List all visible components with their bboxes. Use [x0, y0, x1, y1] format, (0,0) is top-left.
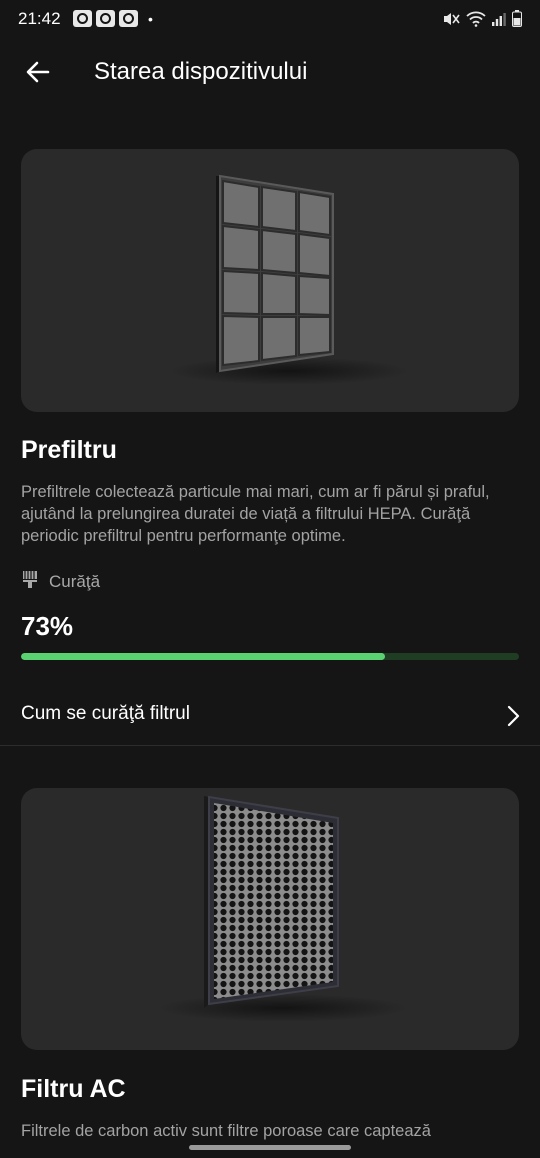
filter-progress-bar — [21, 653, 519, 660]
how-to-clean-label: Cum se curăţă filtrul — [21, 703, 190, 724]
how-to-clean-link[interactable]: Cum se curăţă filtrul — [0, 690, 540, 744]
filter-progress-fill — [21, 653, 385, 660]
prefilter-state: Curăţă — [21, 570, 100, 593]
ac-filter-title: Filtru AC — [21, 1075, 126, 1103]
brush-icon — [21, 570, 39, 593]
status-time: 21:42 — [18, 9, 61, 28]
mute-icon — [442, 11, 460, 32]
page-title: Starea dispozitivului — [94, 58, 308, 85]
prefilter-description: Prefiltrele colectează particule mai mar… — [21, 483, 490, 545]
more-notifications-dot: • — [148, 10, 153, 27]
back-button[interactable] — [22, 56, 54, 88]
signal-icon — [492, 12, 506, 31]
app-notification-icon — [119, 10, 138, 27]
arrow-left-icon — [26, 61, 50, 83]
wifi-icon — [466, 11, 486, 32]
home-indicator[interactable] — [189, 1145, 351, 1150]
chevron-right-icon — [506, 704, 520, 733]
app-notification-icon — [96, 10, 115, 27]
ac-filter-description: Filtrele de carbon activ sunt filtre por… — [21, 1122, 431, 1140]
status-indicators — [442, 10, 522, 32]
section-divider — [0, 745, 540, 746]
prefilter-image-card — [21, 149, 519, 412]
remaining-percent: 73% — [21, 611, 74, 641]
status-notifications: • — [73, 10, 153, 27]
prefilter-image — [169, 174, 409, 385]
prefilter-title: Prefiltru — [21, 436, 117, 464]
battery-icon — [512, 10, 522, 32]
status-bar: 21:42 • — [0, 0, 540, 40]
app-notification-icon — [73, 10, 92, 27]
state-label: Curăţă — [49, 571, 101, 591]
app-bar: Starea dispozitivului — [0, 40, 540, 104]
ac-filter-image — [158, 795, 408, 1022]
ac-filter-image-card — [21, 788, 519, 1050]
